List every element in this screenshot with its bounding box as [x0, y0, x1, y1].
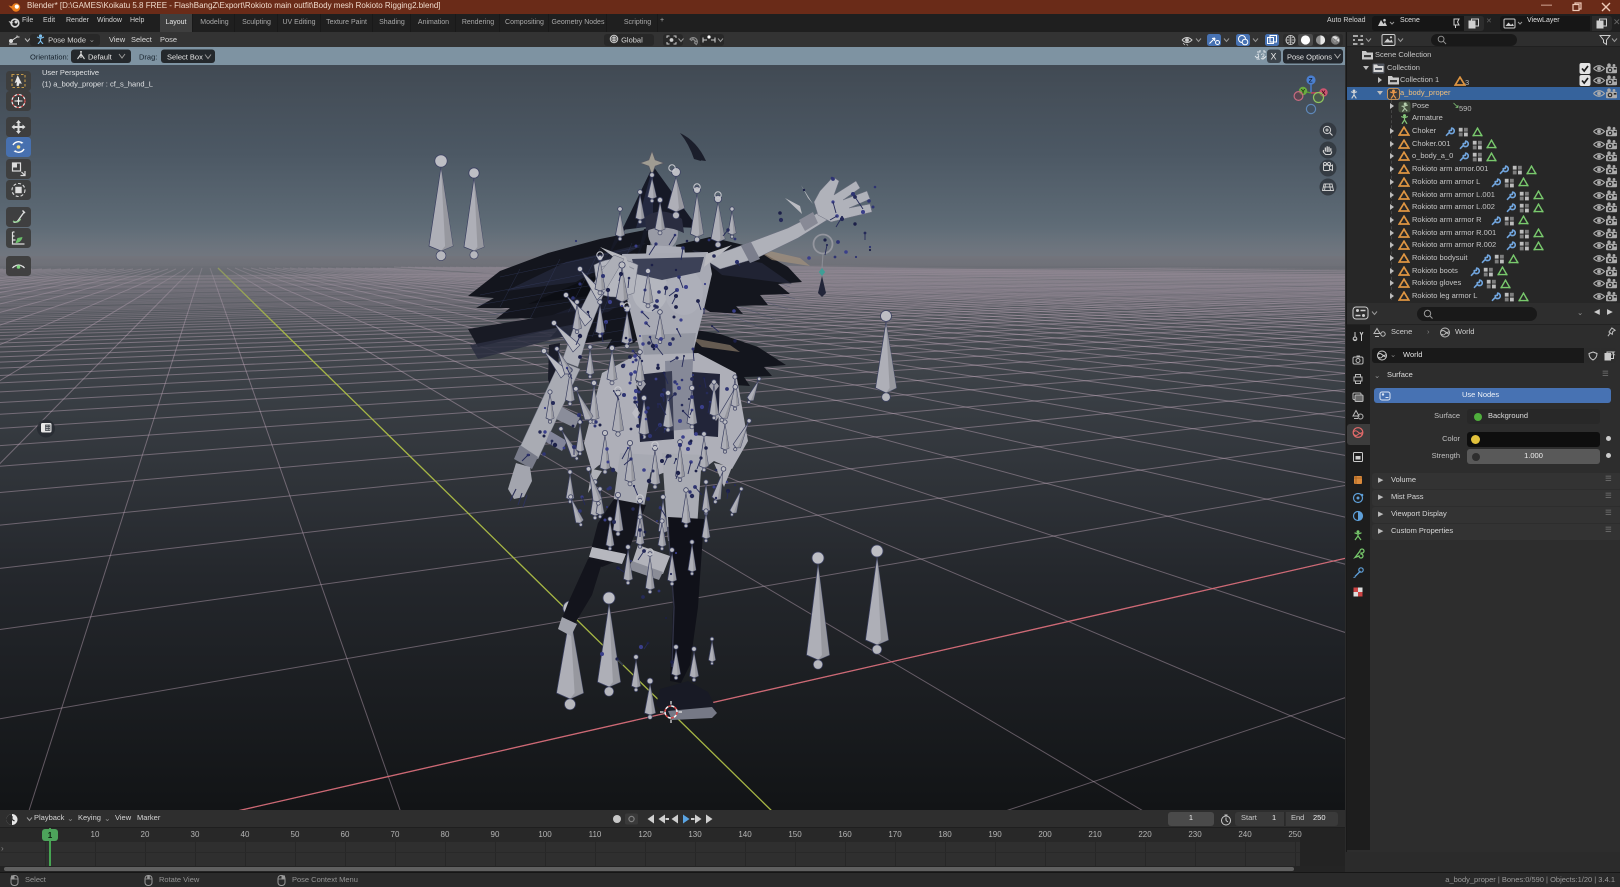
svg-text:Pose Options: Pose Options — [1287, 53, 1332, 62]
svg-text:Default: Default — [88, 53, 113, 62]
svg-text:13: 13 — [1256, 53, 1265, 62]
svg-text:X: X — [1271, 52, 1277, 62]
svg-text:User Perspective: User Perspective — [42, 68, 99, 77]
svg-text:(1) a_body_proper : cf_s_hand_: (1) a_body_proper : cf_s_hand_L — [42, 80, 153, 89]
svg-text:Orientation:: Orientation: — [30, 53, 69, 62]
svg-text:Z: Z — [1309, 77, 1313, 84]
svg-text:Select Box: Select Box — [167, 53, 203, 62]
svg-text:Drag:: Drag: — [139, 53, 157, 62]
